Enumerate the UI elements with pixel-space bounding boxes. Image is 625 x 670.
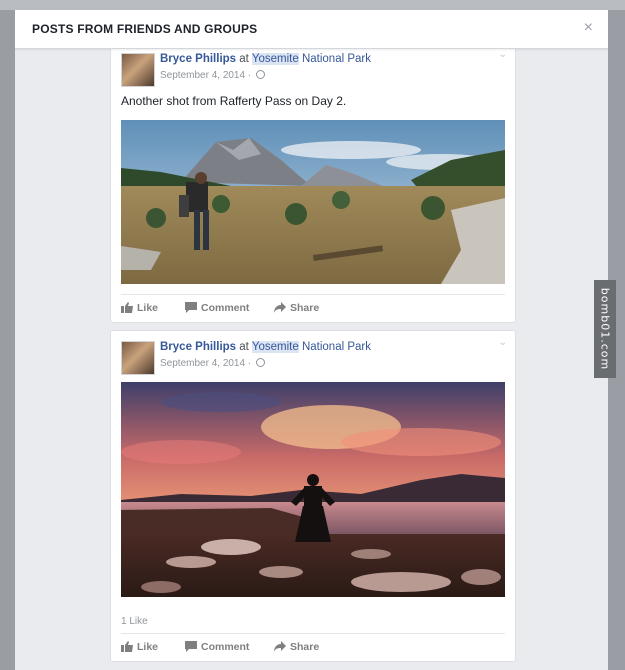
comment-bubble-icon [185,641,197,652]
like-button[interactable]: Like [121,302,158,314]
avatar[interactable] [121,53,155,87]
comment-label: Comment [201,641,250,653]
post-actions: Like Comment Share [121,641,505,661]
author-link[interactable]: Bryce Phillips [160,53,236,65]
share-label: Share [290,302,320,314]
post-card: Bryce Phillips at Yosemite National Park… [110,42,516,323]
chevron-down-icon[interactable]: ⌄ [499,337,507,348]
post-actions: Like Comment Share [121,302,505,322]
post-header: Bryce Phillips at Yosemite National Park [160,53,371,65]
comment-label: Comment [201,302,250,314]
globe-icon [255,70,265,79]
share-label: Share [290,641,320,653]
avatar[interactable] [121,341,155,375]
like-count[interactable]: 1 Like [121,616,148,627]
action-divider [121,294,505,295]
watermark-text: bomb01.com [598,287,612,371]
like-label: Like [137,302,159,314]
place-link[interactable]: Yosemite National Park [251,53,371,65]
post-header: Bryce Phillips at Yosemite National Park [160,341,371,353]
place-rest: National Park [301,341,371,353]
globe-icon [255,358,265,367]
share-button[interactable]: Share [274,302,319,314]
place-link[interactable]: Yosemite National Park [251,341,371,353]
post-card: Bryce Phillips at Yosemite National Park… [110,330,516,662]
share-button[interactable]: Share [274,641,319,653]
posts-modal: POSTS FROM FRIENDS AND GROUPS × Bryce Ph… [15,10,608,670]
share-arrow-icon [274,302,286,313]
background-top-strip [0,0,625,10]
thumbs-up-icon [121,641,133,652]
comment-button[interactable]: Comment [185,641,249,653]
modal-header: POSTS FROM FRIENDS AND GROUPS × [15,10,608,49]
like-label: Like [137,641,159,653]
thumbs-up-icon [121,302,133,313]
share-arrow-icon [274,641,286,652]
post-photo[interactable] [121,120,505,284]
watermark: bomb01.com [594,280,616,378]
post-date[interactable]: September 4, 2014 · [160,358,265,369]
post-date-text: September 4, 2014 · [160,70,252,81]
close-icon[interactable]: × [584,20,593,36]
comment-bubble-icon [185,302,197,313]
at-text: at [239,53,249,65]
post-photo[interactable] [121,382,505,597]
author-link[interactable]: Bryce Phillips [160,341,236,353]
action-divider [121,633,505,634]
modal-title: POSTS FROM FRIENDS AND GROUPS [32,22,258,36]
like-button[interactable]: Like [121,641,158,653]
place-highlight: Yosemite [251,341,299,353]
post-date-text: September 4, 2014 · [160,358,252,369]
place-rest: National Park [301,53,371,65]
place-highlight: Yosemite [251,53,299,65]
at-text: at [239,341,249,353]
comment-button[interactable]: Comment [185,302,249,314]
chevron-down-icon[interactable]: ⌄ [499,49,507,60]
post-text: Another shot from Rafferty Pass on Day 2… [121,94,347,108]
post-date[interactable]: September 4, 2014 · [160,70,265,81]
